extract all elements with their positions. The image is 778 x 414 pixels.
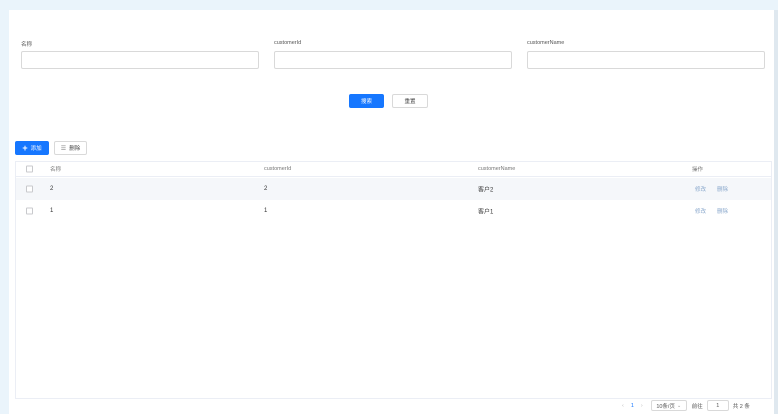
cell-customer-name: 客户2 [478,187,494,194]
pagination: ‹ 1 › 10条/页 ⌄ 前往 1 共 2 条 [622,400,750,411]
jump-label: 前往 [691,403,703,410]
jump-page-input[interactable]: 1 [706,400,729,411]
select-all-checkbox[interactable] [26,165,33,173]
vertical-scrollbar[interactable] [774,10,778,414]
customer-name-input[interactable] [527,51,765,69]
cell-customer-id: 1 [264,208,268,214]
table-header: 名称 customerId customerName 操作 [16,162,771,177]
cell-name: 1 [50,208,54,214]
name-field-label: 名称 [21,42,33,48]
delete-link[interactable]: 删除 [717,185,728,193]
cell-name: 2 [50,186,54,192]
cell-customer-name: 客户1 [478,209,494,216]
customer-id-field-label: customerId [274,40,302,46]
cell-customer-id: 2 [264,186,268,192]
total-count: 共 2 条 [732,403,750,410]
jump-page-value: 1 [716,402,720,409]
add-button[interactable]: + 添加 [15,141,49,155]
row-checkbox[interactable] [26,207,33,215]
page-size-value: 10条/页 [656,403,675,410]
list-icon: ☰ [60,145,67,152]
row-checkbox[interactable] [26,185,33,193]
edit-link[interactable]: 修改 [695,207,706,215]
customer-id-input[interactable] [274,51,512,69]
content-card: 名称 customerId customerName 搜索 重置 + 添加 ☰ … [9,10,778,414]
reset-button-label: 重置 [404,99,416,105]
column-header-actions: 操作 [692,167,704,173]
delete-button-label: 删除 [69,146,81,152]
column-header-customer-name: customerName [478,166,516,172]
customer-table: 名称 customerId customerName 操作 2 2 客户2 修改… [15,161,772,399]
delete-link[interactable]: 删除 [717,207,728,215]
chevron-down-icon: ⌄ [676,402,682,409]
add-button-label: 添加 [30,146,42,152]
search-button-label: 搜索 [360,99,372,105]
search-button[interactable]: 搜索 [349,94,384,108]
page-size-select[interactable]: 10条/页 ⌄ [650,400,687,411]
prev-page-icon[interactable]: ‹ [622,403,624,409]
table-row: 2 2 客户2 修改 删除 [16,178,771,200]
current-page[interactable]: 1 [631,403,634,409]
customer-name-field-label: customerName [527,40,565,46]
edit-link[interactable]: 修改 [695,185,706,193]
column-header-customer-id: customerId [264,166,292,172]
next-page-icon[interactable]: › [641,403,643,409]
reset-button[interactable]: 重置 [392,94,428,108]
table-row: 1 1 客户1 修改 删除 [16,200,771,222]
name-input[interactable] [21,51,259,69]
plus-icon: + [22,142,28,153]
delete-button[interactable]: ☰ 删除 [54,141,87,155]
column-header-name: 名称 [50,167,62,173]
